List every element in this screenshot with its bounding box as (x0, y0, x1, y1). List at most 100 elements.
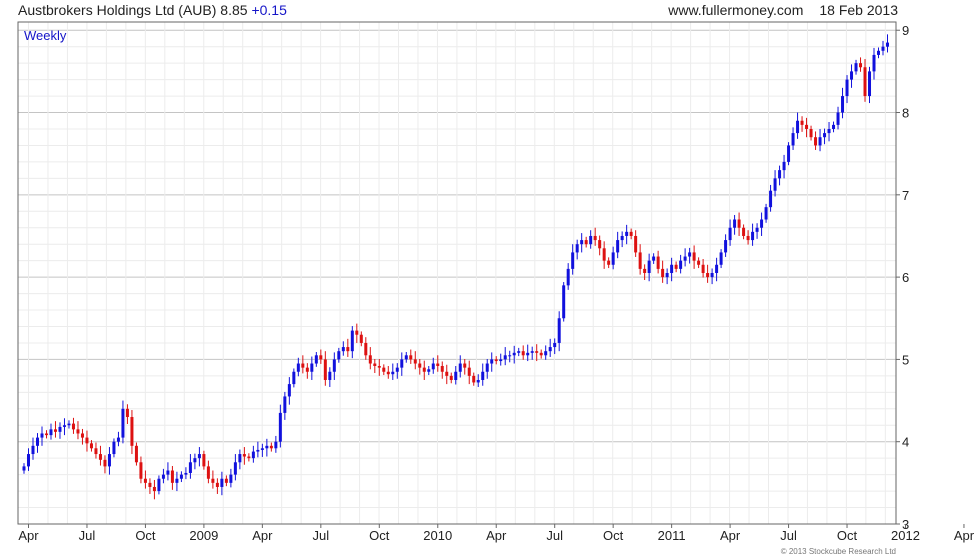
price-bar (368, 347, 372, 370)
bar-body (476, 379, 480, 383)
price-bar (445, 364, 449, 385)
price-bar (422, 360, 426, 380)
bar-body (175, 478, 179, 483)
bar-body (125, 408, 129, 418)
bar-body (170, 470, 174, 483)
bar-body (760, 219, 764, 228)
price-bar (580, 233, 584, 253)
price-bar (98, 445, 102, 466)
bar-body (589, 235, 593, 245)
price-bar (548, 338, 552, 357)
bar-body (346, 347, 350, 352)
bar-body (616, 240, 620, 253)
x-tick-label: Oct (135, 528, 156, 543)
price-bar (562, 282, 566, 322)
bar-body (481, 371, 485, 380)
price-bar (319, 349, 323, 364)
price-bar (409, 349, 413, 364)
price-bar (125, 404, 129, 425)
bar-body (31, 445, 35, 455)
price-bar (152, 479, 156, 500)
price-bar (656, 250, 660, 274)
price-bar (301, 355, 305, 374)
price-bar (881, 40, 885, 56)
bar-body (751, 231, 755, 241)
bar-body (512, 352, 516, 356)
price-bar (296, 357, 300, 377)
x-tick-label: 2010 (423, 528, 452, 543)
bar-body (62, 425, 66, 427)
bar-body (427, 369, 431, 372)
price-bar (724, 234, 728, 257)
bar-body (26, 454, 30, 467)
bar-body (850, 71, 854, 80)
bar-body (148, 482, 152, 487)
price-bar (238, 449, 242, 470)
price-bar (130, 410, 134, 455)
bar-body (796, 120, 800, 134)
price-bar (62, 418, 66, 436)
price-bar (620, 231, 624, 248)
bar-body (814, 137, 818, 146)
bar-body (373, 363, 377, 366)
bar-body (449, 375, 453, 380)
bar-body (490, 359, 494, 364)
y-tick-label: 8 (902, 106, 909, 121)
bar-body (665, 273, 669, 278)
bar-body (661, 268, 665, 278)
price-bar (323, 351, 327, 386)
price-bar (742, 224, 746, 240)
bar-body (436, 363, 440, 366)
bar-body (494, 359, 498, 362)
price-bar (850, 64, 854, 88)
bar-body (310, 363, 314, 372)
bar-body (823, 133, 827, 138)
bar-body (508, 355, 512, 357)
price-bar (431, 357, 435, 374)
bar-body (746, 235, 750, 241)
price-bar (287, 377, 291, 405)
price-bar (494, 356, 498, 365)
bar-body (323, 359, 327, 380)
y-axis: 3456789 (896, 23, 909, 532)
bar-body (233, 462, 237, 475)
bar-body (58, 426, 62, 432)
bar-body (539, 352, 543, 356)
price-bar (179, 471, 183, 483)
price-bar (314, 352, 318, 367)
bar-body (139, 462, 143, 479)
price-bar (827, 121, 831, 142)
bar-body (152, 486, 156, 492)
bar-body (328, 371, 332, 380)
bar-body (292, 371, 296, 385)
bar-body (103, 459, 107, 467)
bar-body (274, 441, 278, 449)
bar-body (247, 456, 251, 459)
price-bar (872, 47, 876, 80)
bar-body (143, 478, 147, 483)
bar-body (305, 367, 309, 372)
bar-body (256, 449, 260, 452)
bar-body (634, 235, 638, 253)
x-tick-label: Oct (603, 528, 624, 543)
price-bar (292, 368, 296, 388)
price-bar (53, 421, 57, 438)
bar-body (791, 133, 795, 146)
bar-body (526, 352, 530, 356)
bar-body (67, 423, 71, 426)
price-bar (616, 231, 620, 259)
bar-body (832, 124, 836, 129)
price-bar (364, 337, 368, 360)
price-bar (787, 142, 791, 166)
bar-body (602, 248, 606, 261)
price-bar (719, 249, 723, 269)
price-bar (148, 478, 152, 494)
price-bar (26, 448, 30, 471)
bar-body (53, 429, 57, 432)
price-bar (215, 478, 219, 494)
x-tick-label: Apr (18, 528, 39, 543)
price-bar (503, 347, 507, 366)
y-tick-label: 5 (902, 352, 909, 367)
price-bar (589, 230, 593, 249)
bar-body (611, 252, 615, 265)
